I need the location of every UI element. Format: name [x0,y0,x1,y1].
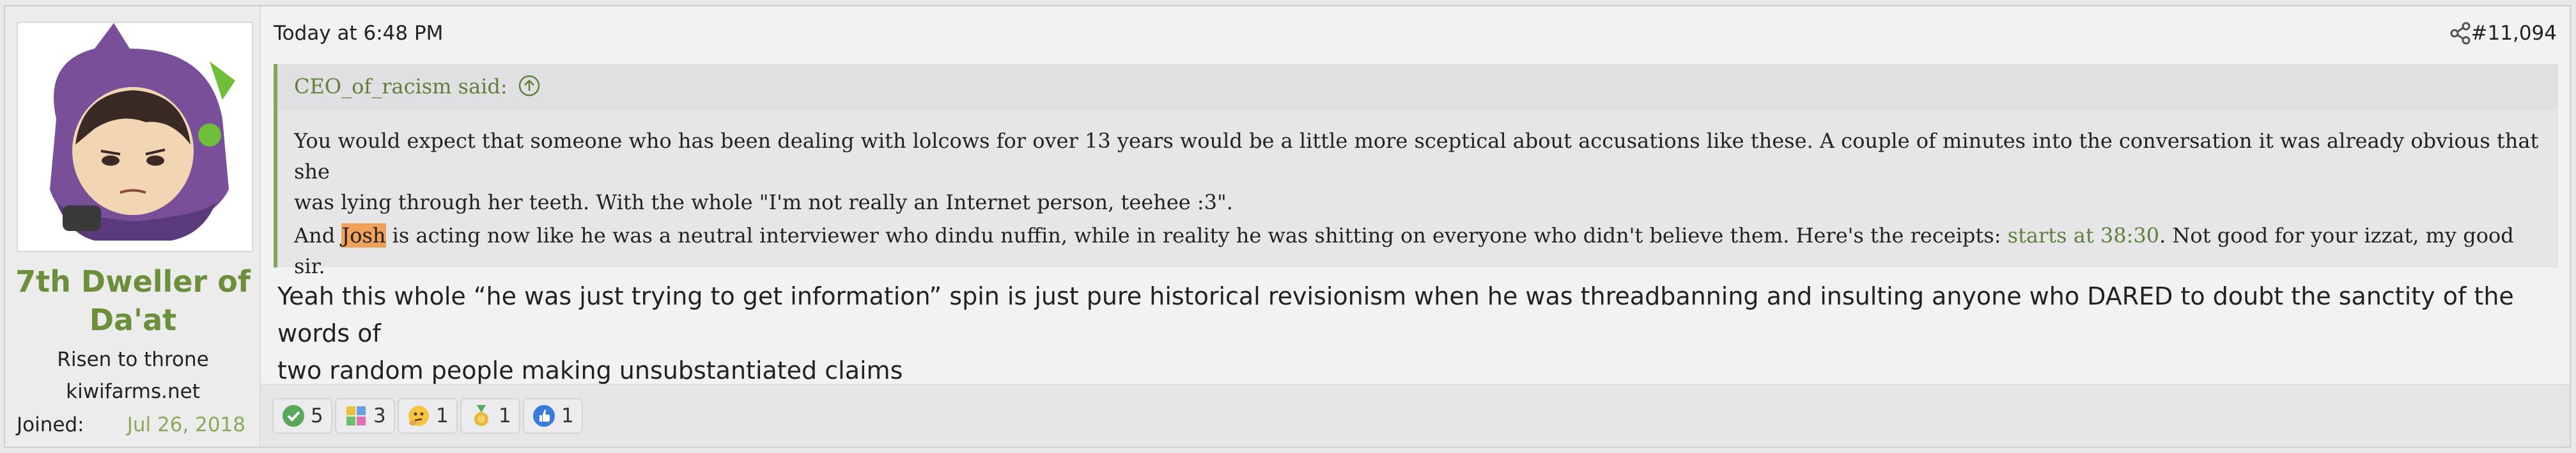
reaction-checkmark[interactable]: 5 [272,398,332,434]
highlighted-name: Josh [341,223,386,248]
username[interactable]: 7th Dweller of Da'at [5,262,261,339]
user-site: kiwifarms.net [66,380,200,403]
user-title: Risen to throne [57,348,209,371]
reaction-count: 1 [499,404,511,427]
timestamp-link[interactable]: starts at 38:30 [2008,223,2159,248]
quote-paragraph-1: You would expect that someone who has be… [294,125,2544,218]
username-line2: Da'at [89,303,177,337]
username-line1: 7th Dweller of [15,264,251,299]
share-icon[interactable] [2448,20,2474,46]
reaction-count: 1 [436,404,449,427]
reaction-thumbs-up[interactable]: 1 [523,398,583,434]
joined-date: Jul 26, 2018 [127,413,245,436]
quote-header: CEO_of_racism said: [277,64,2558,110]
thumbs-up-icon [532,404,556,428]
puzzle-icon [344,404,368,428]
quote-p2-mid: is acting now like he was a neutral inte… [385,223,2008,248]
joined-label: Joined: [17,413,84,436]
reaction-count: 1 [561,404,574,427]
quote-block: CEO_of_racism said: You would expect tha… [274,64,2558,278]
quote-paragraph-2: And Josh is acting now like he was a neu… [294,220,2544,282]
post-container: 7th Dweller of Da'at Risen to throne kiw… [4,5,2571,448]
reaction-puzzle[interactable]: 3 [335,398,395,434]
user-panel: 7th Dweller of Da'at Risen to throne kiw… [5,6,261,447]
thinking-icon [407,404,431,428]
post-timestamp[interactable]: Today at 6:48 PM [274,22,443,45]
avatar-image [50,23,235,241]
quote-p1-line1: You would expect that someone who has be… [294,129,2539,184]
reaction-thinking[interactable]: 1 [398,398,458,434]
post-body: Yeah this whole “he was just trying to g… [277,278,2553,389]
reaction-count: 5 [311,404,323,427]
reaction-count: 3 [373,404,386,427]
quote-p1-line2: was lying through her teeth. With the wh… [294,190,1233,214]
reaction-medal[interactable]: 1 [460,398,520,434]
post-number[interactable]: #11,094 [2471,22,2557,45]
reactions-bar: 5 3 1 1 1 [261,384,2570,447]
post-body-line1: Yeah this whole “he was just trying to g… [277,282,2514,347]
avatar[interactable] [17,22,253,252]
post-main: Today at 6:48 PM #11,094 CEO_of_racism s… [261,6,2570,447]
checkmark-icon [281,404,306,428]
quote-p2-pre: And [294,223,342,248]
quote-author[interactable]: CEO_of_racism said: [294,74,508,99]
medal-icon [469,404,493,428]
arrow-up-circle-icon[interactable] [518,74,541,97]
